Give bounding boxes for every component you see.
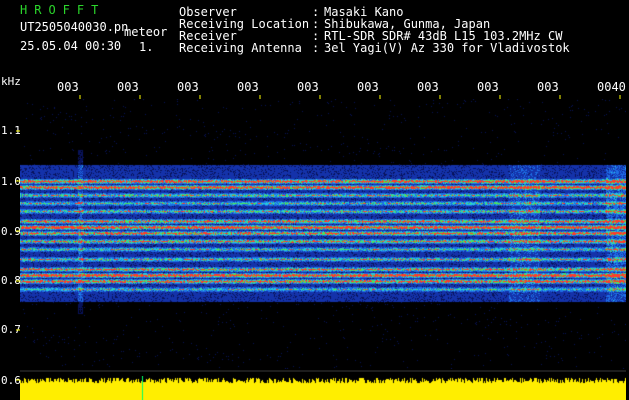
spectrogram — [20, 99, 626, 369]
amplitude-strip — [20, 376, 626, 400]
